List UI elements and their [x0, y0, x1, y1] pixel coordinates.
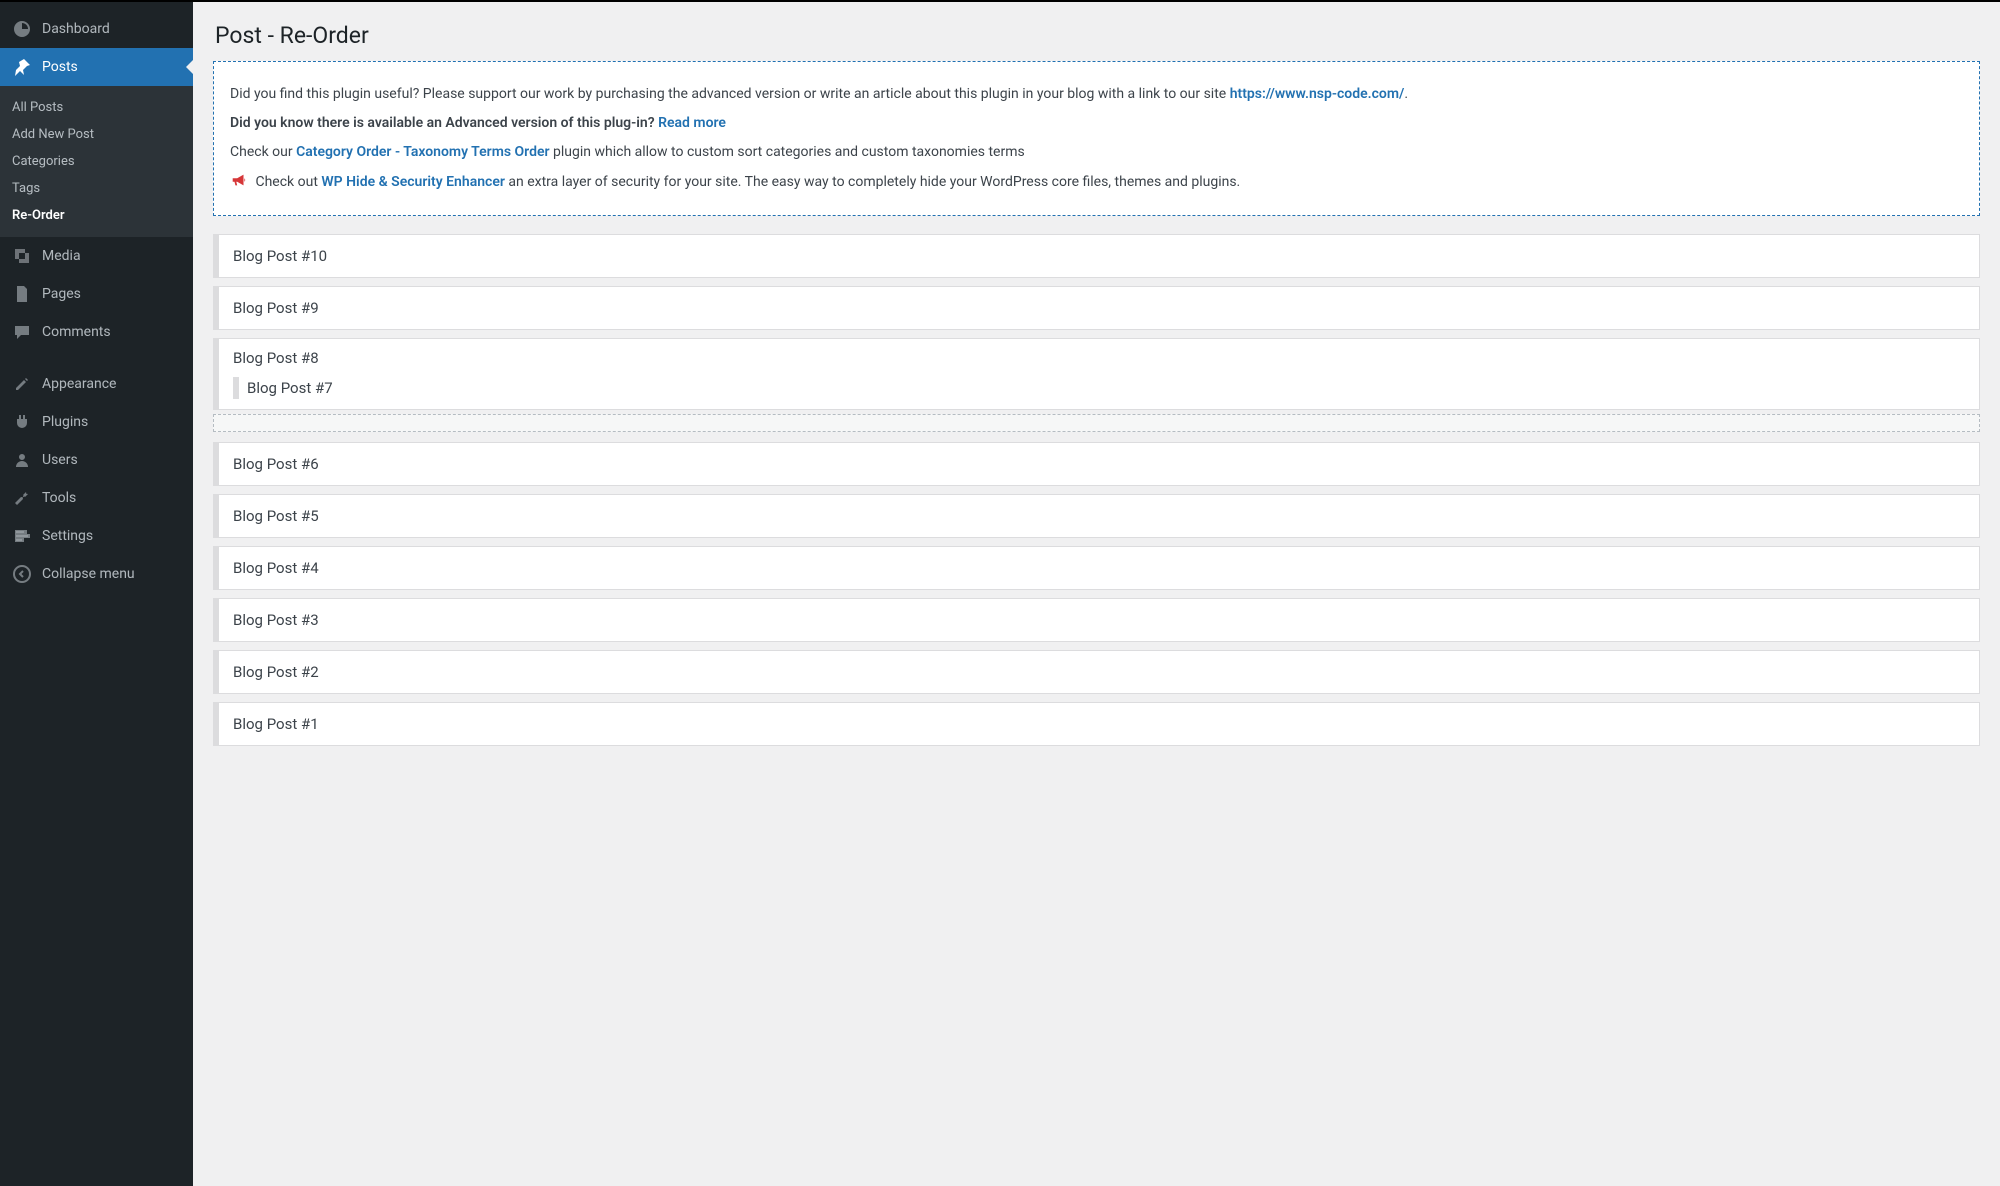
sidebar-submenu-posts: All Posts Add New Post Categories Tags R… [0, 86, 193, 237]
sortable-item[interactable]: Blog Post #9 [213, 286, 1980, 330]
layout: Dashboard Posts All Posts Add New Post C… [0, 2, 2000, 1186]
sidebar-item-label: Comments [42, 324, 111, 340]
info-text: an extra layer of security for your site… [505, 174, 1240, 190]
main-content: Post - Re-Order Did you find this plugin… [193, 2, 2000, 1186]
sortable-item[interactable]: Blog Post #10 [213, 234, 1980, 278]
sortable-item-dragging[interactable]: Blog Post #8 Blog Post #7 [213, 338, 1980, 410]
sidebar-item-appearance[interactable]: Appearance [0, 365, 193, 403]
info-text: Check out [255, 174, 321, 190]
pages-icon [12, 284, 32, 304]
sidebar-item-users[interactable]: Users [0, 441, 193, 479]
sidebar-item-label: Collapse menu [42, 566, 135, 582]
sidebar-item-posts[interactable]: Posts [0, 48, 193, 86]
plugins-icon [12, 412, 32, 432]
sidebar-item-tools[interactable]: Tools [0, 479, 193, 517]
info-paragraph-category: Check our Category Order - Taxonomy Term… [230, 142, 1963, 163]
users-icon [12, 450, 32, 470]
submenu-item-add-new[interactable]: Add New Post [0, 121, 193, 148]
link-wp-hide[interactable]: WP Hide & Security Enhancer [321, 174, 505, 190]
appearance-icon [12, 374, 32, 394]
link-nsp-code[interactable]: https://www.nsp-code.com/ [1230, 86, 1405, 102]
info-paragraph-wphide: Check out WP Hide & Security Enhancer an… [230, 171, 1963, 193]
sidebar-item-label: Appearance [42, 376, 116, 392]
sortable-item[interactable]: Blog Post #1 [213, 702, 1980, 746]
submenu-item-tags[interactable]: Tags [0, 175, 193, 202]
sortable-item[interactable]: Blog Post #4 [213, 546, 1980, 590]
sidebar-item-pages[interactable]: Pages [0, 275, 193, 313]
info-text: . [1404, 86, 1408, 102]
sortable-item-title: Blog Post #8 [233, 349, 1965, 367]
megaphone-icon [230, 171, 248, 189]
sidebar-item-label: Users [42, 452, 78, 468]
sidebar-item-label: Tools [42, 490, 76, 506]
link-read-more[interactable]: Read more [658, 115, 726, 131]
submenu-item-all-posts[interactable]: All Posts [0, 94, 193, 121]
info-text-strong: Did you know there is available an Advan… [230, 115, 658, 131]
media-icon [12, 246, 32, 266]
info-text: Check our [230, 144, 296, 160]
sidebar-item-label: Pages [42, 286, 81, 302]
sidebar-item-label: Dashboard [42, 21, 110, 37]
sidebar-item-comments[interactable]: Comments [0, 313, 193, 351]
sortable-item[interactable]: Blog Post #5 [213, 494, 1980, 538]
info-paragraph-support: Did you find this plugin useful? Please … [230, 84, 1963, 105]
sidebar-item-label: Posts [42, 59, 78, 75]
sidebar-item-label: Settings [42, 528, 93, 544]
sortable-item[interactable]: Blog Post #6 [213, 442, 1980, 486]
sidebar-item-label: Media [42, 248, 81, 264]
sortable-post-list: Blog Post #10 Blog Post #9 Blog Post #8 … [213, 234, 1980, 746]
info-paragraph-advanced: Did you know there is available an Advan… [230, 113, 1963, 134]
submenu-item-categories[interactable]: Categories [0, 148, 193, 175]
comments-icon [12, 322, 32, 342]
sortable-item[interactable]: Blog Post #2 [213, 650, 1980, 694]
dashboard-icon [12, 19, 32, 39]
admin-sidebar: Dashboard Posts All Posts Add New Post C… [0, 2, 193, 1186]
sortable-placeholder [213, 414, 1980, 432]
sidebar-item-media[interactable]: Media [0, 237, 193, 275]
sidebar-item-label: Plugins [42, 414, 88, 430]
plugin-info-box: Did you find this plugin useful? Please … [213, 61, 1980, 216]
sidebar-item-plugins[interactable]: Plugins [0, 403, 193, 441]
info-text: plugin which allow to custom sort catego… [550, 144, 1025, 160]
tools-icon [12, 488, 32, 508]
pushpin-icon [12, 57, 32, 77]
submenu-item-reorder[interactable]: Re-Order [0, 202, 193, 229]
sidebar-item-settings[interactable]: Settings [0, 517, 193, 555]
menu-separator [0, 351, 193, 365]
link-category-order[interactable]: Category Order - Taxonomy Terms Order [296, 144, 550, 160]
sidebar-item-collapse[interactable]: Collapse menu [0, 555, 193, 593]
page-title: Post - Re-Order [213, 2, 1980, 61]
sortable-item[interactable]: Blog Post #3 [213, 598, 1980, 642]
info-text: Did you find this plugin useful? Please … [230, 86, 1230, 102]
collapse-icon [12, 564, 32, 584]
sortable-item-child[interactable]: Blog Post #7 [233, 377, 1965, 399]
settings-icon [12, 526, 32, 546]
sidebar-item-dashboard[interactable]: Dashboard [0, 10, 193, 48]
